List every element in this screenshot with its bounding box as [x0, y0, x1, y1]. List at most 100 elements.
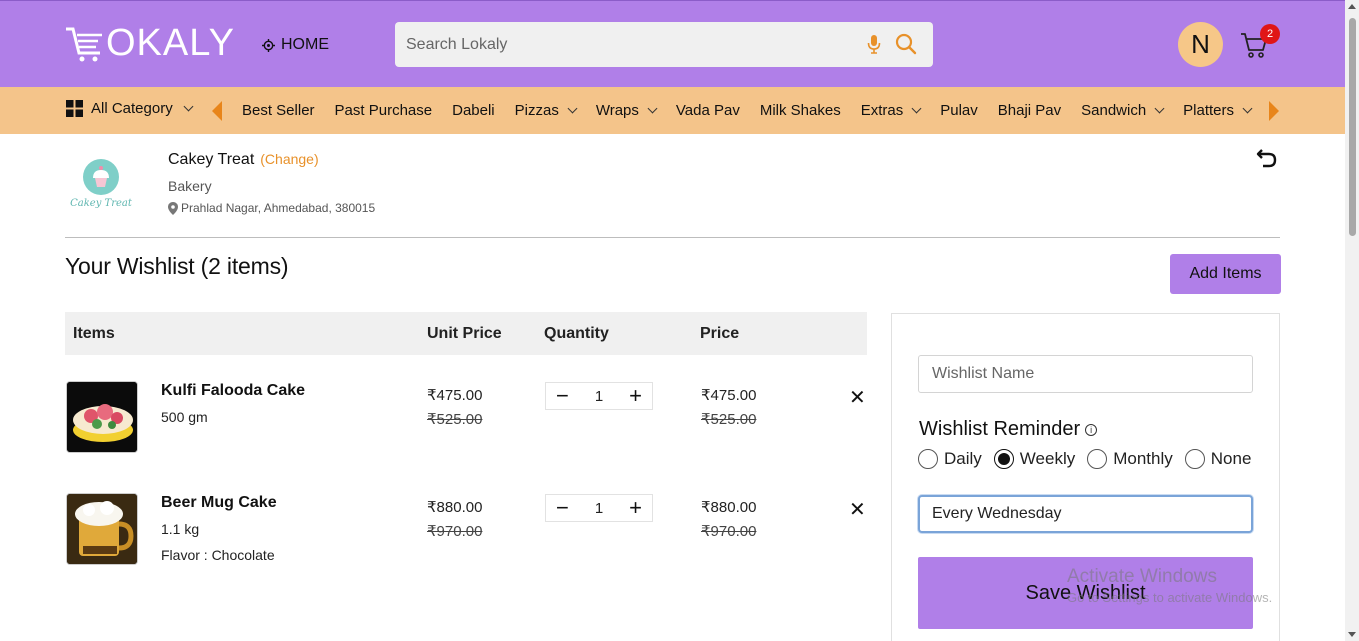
chevron-down-icon — [1242, 103, 1253, 114]
category-label: Dabeli — [452, 102, 495, 119]
reminder-day-select[interactable] — [918, 495, 1253, 533]
total-original-price: ₹525.00 — [701, 411, 757, 428]
store-address-text: Prahlad Nagar, Ahmedabad, 380015 — [181, 201, 376, 215]
decrease-quantity-button[interactable]: − — [556, 497, 569, 519]
remove-item-close-icon[interactable]: ✕ — [849, 385, 866, 410]
reminder-option-monthly[interactable]: Monthly — [1087, 449, 1173, 469]
chevron-down-icon — [911, 103, 922, 114]
section-divider — [65, 237, 1280, 238]
logo-text: OKALY — [106, 22, 235, 64]
category-label: Bhaji Pav — [997, 102, 1062, 119]
category-item[interactable]: Pulav — [940, 102, 978, 119]
scrollbar-thumb[interactable] — [1349, 18, 1356, 236]
wishlist-settings-panel: Wishlist Reminder i Daily Weekly Monthly No… — [891, 313, 1280, 641]
category-label: Past Purchase — [334, 102, 433, 119]
increase-quantity-button[interactable]: + — [629, 385, 642, 407]
all-category-label: All Category — [91, 100, 173, 117]
radio-label: None — [1210, 449, 1252, 468]
reminder-option-weekly[interactable]: Weekly — [993, 449, 1076, 469]
scroll-up-arrow-icon[interactable] — [1348, 4, 1356, 9]
total-price: ₹475.00 — [701, 387, 757, 404]
all-category-dropdown[interactable]: All Category — [66, 100, 194, 117]
category-item[interactable]: Extras — [860, 102, 922, 119]
category-label: Pizzas — [514, 102, 559, 119]
category-item[interactable]: Vada Pav — [676, 102, 740, 119]
search-icon[interactable] — [895, 33, 917, 55]
user-avatar[interactable]: N — [1178, 22, 1223, 67]
cart-logo-icon — [66, 27, 102, 62]
search-bar — [395, 22, 933, 67]
product-image[interactable] — [66, 381, 138, 453]
radio-button[interactable] — [993, 449, 1014, 469]
cake-image-icon — [67, 494, 137, 564]
category-item[interactable]: Wraps — [595, 102, 658, 119]
add-items-button[interactable]: Add Items — [1170, 254, 1281, 294]
category-label: Milk Shakes — [759, 102, 841, 119]
category-item[interactable]: Best Seller — [242, 102, 315, 119]
category-label: Extras — [860, 102, 904, 119]
unit-original-price: ₹525.00 — [427, 411, 483, 428]
product-weight: 500 gm — [161, 409, 208, 425]
category-label: Sandwich — [1081, 102, 1147, 119]
category-item[interactable]: Sandwich — [1081, 102, 1165, 119]
change-store-link[interactable]: (Change) — [260, 151, 318, 167]
cake-image-icon — [67, 382, 137, 452]
increase-quantity-button[interactable]: + — [629, 497, 642, 519]
radio-button[interactable] — [1184, 449, 1205, 469]
category-label: Best Seller — [242, 102, 315, 119]
quantity-value: 1 — [594, 499, 604, 517]
category-item[interactable]: Dabeli — [452, 102, 495, 119]
column-header-unit-price: Unit Price — [427, 325, 502, 342]
category-item[interactable]: Platters — [1183, 102, 1253, 119]
radio-button[interactable] — [1087, 449, 1108, 469]
store-name-line: Cakey Treat (Change) — [168, 151, 319, 169]
save-wishlist-button[interactable]: Save Wishlist — [918, 557, 1253, 629]
wishlist-reminder-label: Wishlist Reminder — [919, 418, 1081, 440]
location-target-icon — [262, 38, 275, 52]
scroll-right-arrow-icon[interactable] — [1269, 101, 1279, 121]
product-name[interactable]: Beer Mug Cake — [161, 494, 277, 512]
wishlist-name-input[interactable] — [918, 355, 1253, 393]
lokaly-logo[interactable]: OKALY — [64, 23, 235, 63]
map-pin-icon — [168, 201, 178, 215]
radio-label: Monthly — [1113, 449, 1173, 468]
category-item[interactable]: Bhaji Pav — [998, 102, 1061, 119]
radio-label: Weekly — [1019, 449, 1076, 468]
home-link[interactable]: HOME — [262, 36, 329, 54]
search-input[interactable] — [406, 35, 846, 54]
product-name[interactable]: Kulfi Falooda Cake — [161, 382, 305, 400]
category-item[interactable]: Pizzas — [514, 102, 578, 119]
quantity-value: 1 — [594, 387, 604, 405]
reminder-option-none[interactable]: None — [1184, 449, 1252, 469]
store-address: Prahlad Nagar, Ahmedabad, 380015 — [168, 201, 375, 215]
store-type: Bakery — [168, 178, 212, 194]
wishlist-reminder-heading: Wishlist Reminder i — [919, 418, 1098, 441]
category-label: Pulav — [940, 102, 978, 119]
store-logo: Cakey Treat — [65, 147, 137, 219]
scroll-down-arrow-icon[interactable] — [1348, 632, 1356, 637]
quantity-stepper: − 1 + — [545, 382, 653, 410]
total-price: ₹880.00 — [701, 499, 757, 516]
category-item[interactable]: Milk Shakes — [760, 102, 841, 119]
reminder-option-daily[interactable]: Daily — [918, 449, 982, 469]
column-header-quantity: Quantity — [544, 325, 609, 342]
cart-count-badge: 2 — [1260, 24, 1280, 44]
unit-price: ₹880.00 — [427, 499, 483, 516]
back-undo-icon[interactable] — [1256, 148, 1278, 170]
remove-item-close-icon[interactable]: ✕ — [849, 497, 866, 522]
radio-label: Daily — [944, 449, 982, 468]
scroll-left-arrow-icon[interactable] — [212, 101, 222, 121]
category-label: Platters — [1183, 102, 1235, 119]
category-label: Wraps — [595, 102, 639, 119]
product-weight: 1.1 kg — [161, 521, 200, 537]
category-item[interactable]: Past Purchase — [335, 102, 433, 119]
chevron-down-icon — [1154, 103, 1165, 114]
microphone-icon[interactable] — [867, 34, 881, 54]
decrease-quantity-button[interactable]: − — [556, 385, 569, 407]
unit-original-price: ₹970.00 — [427, 523, 483, 540]
category-bar: All Category Best Seller Past Purchase Dab… — [0, 87, 1345, 134]
unit-price: ₹475.00 — [427, 387, 483, 404]
product-image[interactable] — [66, 493, 138, 565]
info-icon[interactable]: i — [1085, 423, 1098, 436]
radio-button[interactable] — [918, 449, 938, 469]
